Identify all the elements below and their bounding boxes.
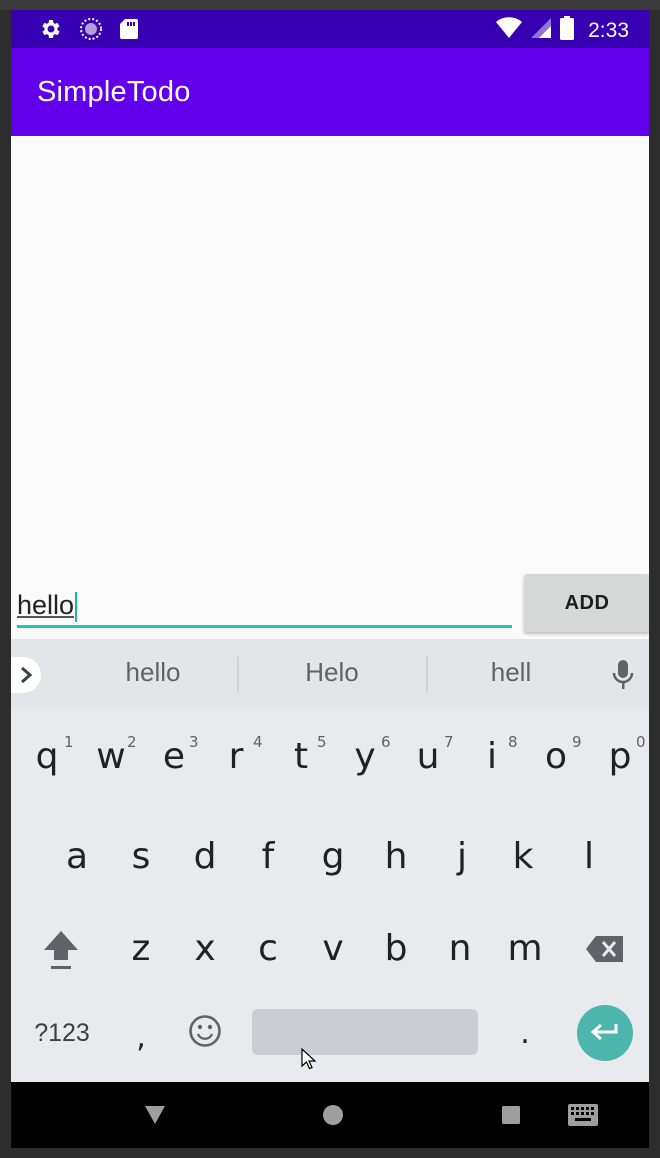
key-o-hint: 9 (572, 733, 582, 751)
suggestion-strip: hello Helo hell (11, 639, 649, 709)
mouse-pointer-icon (301, 1048, 317, 1070)
key-q[interactable]: q (29, 731, 65, 781)
settings-icon (39, 17, 63, 46)
key-z[interactable]: z (123, 923, 159, 973)
key-s[interactable]: s (123, 831, 159, 881)
key-u[interactable]: u (410, 731, 446, 781)
key-g[interactable]: g (315, 831, 351, 881)
key-l[interactable]: l (571, 831, 607, 881)
phone-screen: 2:33 SimpleTodo hello ADD hello Helo hel… (11, 10, 649, 1148)
key-a[interactable]: a (59, 831, 95, 881)
back-triangle-icon (145, 1106, 165, 1124)
backspace-icon (586, 936, 623, 962)
navigation-bar (11, 1082, 649, 1148)
keyboard-switch-button[interactable] (565, 1082, 601, 1148)
app-bar: SimpleTodo (11, 48, 649, 136)
key-e[interactable]: e (156, 731, 192, 781)
signal-icon (530, 17, 552, 44)
shift-key[interactable] (39, 923, 83, 977)
suggestion-1[interactable]: hello (83, 657, 223, 688)
key-m[interactable]: m (505, 923, 545, 973)
keyboard-icon (568, 1104, 598, 1126)
symbols-key[interactable]: ?123 (29, 1013, 95, 1053)
key-t-hint: 5 (317, 733, 327, 751)
key-v[interactable]: v (315, 923, 351, 973)
period-key[interactable]: . (515, 1013, 535, 1053)
key-i-hint: 8 (508, 733, 518, 751)
microphone-icon[interactable] (611, 659, 635, 696)
recents-button[interactable] (497, 1082, 525, 1148)
text-cursor (75, 591, 78, 622)
chevron-right-icon (21, 666, 33, 684)
key-x[interactable]: x (187, 923, 223, 973)
soft-keyboard: hello Helo hell q 1 w 2 e 3 r 4 t 5 y 6 … (11, 639, 649, 1082)
key-r-hint: 4 (253, 733, 263, 751)
key-k[interactable]: k (505, 831, 541, 881)
key-q-hint: 1 (64, 733, 74, 751)
todo-input-field[interactable]: hello (17, 580, 512, 628)
key-h[interactable]: h (378, 831, 414, 881)
key-n[interactable]: n (442, 923, 478, 973)
emoji-icon (189, 1015, 221, 1047)
key-r[interactable]: r (218, 731, 254, 781)
comma-key[interactable]: , (129, 1017, 153, 1057)
input-underline (17, 625, 512, 628)
frame-top-edge (0, 0, 660, 10)
suggestion-divider (237, 657, 239, 693)
back-button[interactable] (139, 1082, 171, 1148)
key-y[interactable]: y (347, 731, 383, 781)
space-bar[interactable] (252, 1009, 478, 1055)
key-t[interactable]: t (283, 731, 319, 781)
key-b[interactable]: b (378, 923, 414, 973)
key-c[interactable]: c (250, 923, 286, 973)
sd-card-icon (119, 17, 139, 46)
key-w-hint: 2 (127, 733, 137, 751)
key-d[interactable]: d (187, 831, 223, 881)
suggestion-divider (426, 657, 428, 693)
add-button[interactable]: ADD (524, 574, 649, 632)
key-w[interactable]: w (93, 731, 129, 781)
sync-icon (79, 17, 103, 46)
key-p[interactable]: p (602, 731, 638, 781)
battery-icon (560, 16, 575, 45)
key-j[interactable]: j (444, 831, 480, 881)
emoji-key[interactable] (185, 1011, 225, 1051)
enter-key[interactable] (577, 1005, 633, 1061)
backspace-key[interactable] (583, 929, 627, 969)
key-y-hint: 6 (381, 733, 391, 751)
suggestion-2[interactable]: Helo (262, 657, 402, 688)
home-button[interactable] (319, 1082, 347, 1148)
home-circle-icon (323, 1105, 343, 1125)
wifi-icon (496, 17, 523, 44)
key-o[interactable]: o (538, 731, 574, 781)
key-f[interactable]: f (250, 831, 286, 881)
device-frame: 2:33 SimpleTodo hello ADD hello Helo hel… (0, 0, 660, 1158)
key-p-hint: 0 (636, 733, 646, 751)
key-u-hint: 7 (444, 733, 454, 751)
todo-input-value: hello (17, 590, 75, 620)
recents-square-icon (502, 1106, 520, 1124)
suggestion-3[interactable]: hell (441, 657, 581, 688)
status-bar: 2:33 (11, 10, 649, 48)
todo-list (11, 136, 649, 638)
expand-toolbar-button[interactable] (11, 657, 41, 693)
app-title: SimpleTodo (37, 76, 191, 108)
clock-time: 2:33 (588, 18, 629, 42)
key-e-hint: 3 (189, 733, 199, 751)
key-i[interactable]: i (474, 731, 510, 781)
enter-icon (590, 1023, 618, 1041)
shift-icon (44, 931, 78, 969)
